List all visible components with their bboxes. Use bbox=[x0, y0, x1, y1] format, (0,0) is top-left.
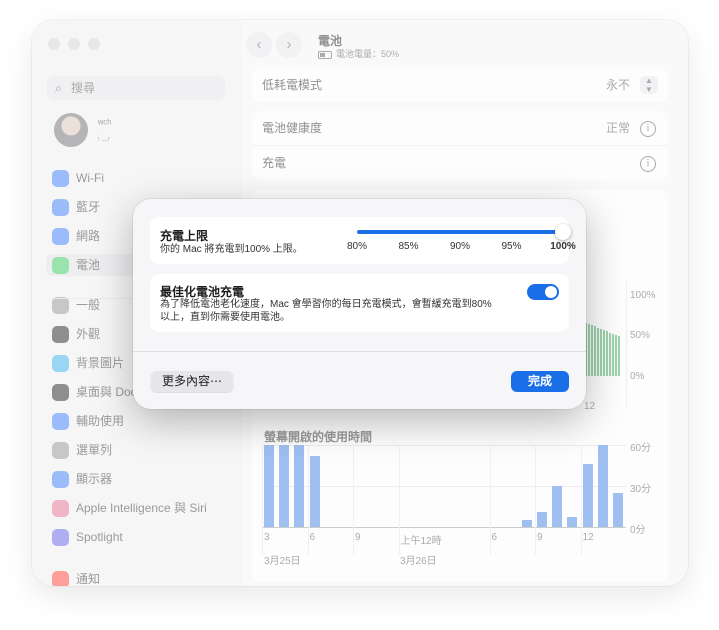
charge-limit-card: 充電上限 你的 Mac 將充電到100% 上限。 80% 85% 90% 95% 100… bbox=[150, 217, 576, 264]
charge-limit-slider[interactable] bbox=[357, 224, 571, 240]
optimized-charging-description: 為了降低電池老化速度，Mac 會學習你的每日充電模式，會暫緩充電到80% 以上，… bbox=[160, 298, 492, 324]
toggle-knob bbox=[545, 286, 557, 298]
more-info-button[interactable]: 更多內容⋯ bbox=[151, 371, 233, 392]
slider-tick-label: 85% bbox=[398, 241, 419, 252]
slider-knob[interactable] bbox=[555, 224, 571, 240]
optimized-charging-toggle[interactable] bbox=[527, 284, 559, 300]
slider-tick-label: 95% bbox=[501, 241, 522, 252]
optimized-charging-card: 最佳化電池充電 為了降低電池老化速度，Mac 會學習你的每日充電模式，會暫緩充電… bbox=[150, 274, 569, 332]
slider-tick-label: 100% bbox=[550, 241, 576, 252]
slider-fill bbox=[357, 230, 563, 234]
optimized-charging-desc-line-2: 以上，直到你需要使用電池。 bbox=[160, 312, 290, 323]
slider-tick-label: 80% bbox=[346, 241, 368, 252]
charge-limit-description: 你的 Mac 將充電到100% 上限。 bbox=[160, 244, 303, 255]
done-button[interactable]: 完成 bbox=[511, 371, 569, 392]
slider-tick-label: 90% bbox=[449, 241, 471, 252]
charge-limit-title: 充電上限 bbox=[160, 229, 209, 243]
sheet-divider bbox=[133, 351, 586, 352]
battery-charging-sheet: 充電上限 你的 Mac 將充電到100% 上限。 80% 85% 90% 95% 100… bbox=[133, 199, 586, 409]
optimized-charging-desc-line-1: 為了降低電池老化速度，Mac 會學習你的每日充電模式，會暫緩充電到80% bbox=[160, 299, 492, 310]
